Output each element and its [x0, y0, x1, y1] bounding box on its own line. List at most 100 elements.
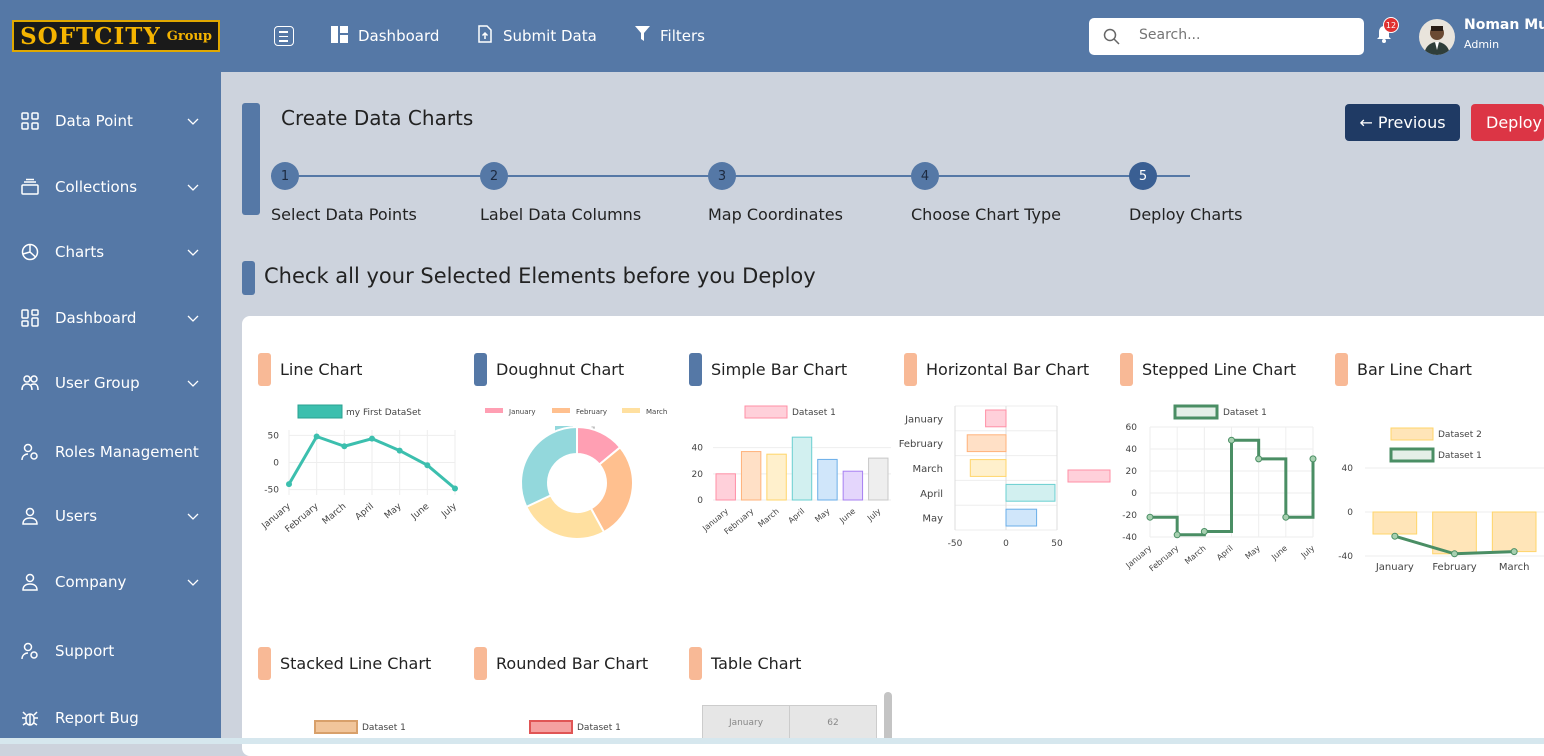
y-tick-label: 0: [273, 459, 279, 469]
nav-dashboard[interactable]: Dashboard: [331, 0, 439, 72]
sidebar-item-charts[interactable]: Charts: [0, 232, 221, 272]
bar-line-chart[interactable]: Dataset 2 Dataset 1 40 0 -40 January February M…: [1335, 420, 1544, 580]
x-tick-label: April: [354, 502, 376, 523]
sidebar-item-user-group[interactable]: User Group: [0, 363, 221, 403]
chevron-down-icon: [186, 376, 200, 394]
legend-label: March: [646, 408, 667, 416]
sidebar-item-roles-management[interactable]: Roles Management: [0, 432, 221, 472]
simple-bar-chart[interactable]: Dataset 140200JanuaryFebruary March April M…: [685, 400, 895, 570]
data-point: [369, 435, 375, 442]
doughnut-slice: [520, 425, 578, 509]
tile-title-rounded-bar-chart: Rounded Bar Chart: [496, 654, 649, 673]
x-tick-label: 50: [1051, 539, 1063, 549]
sidebar-item-collections[interactable]: Collections: [0, 167, 221, 207]
step-4[interactable]: 4: [911, 162, 939, 190]
nav-filters[interactable]: Filters: [635, 0, 705, 72]
step-5[interactable]: 5: [1129, 162, 1157, 190]
brand-name: SOFTCITY: [20, 22, 161, 50]
sidebar-item-label: Support: [55, 642, 115, 660]
tile-title-doughnut-chart: Doughnut Chart: [496, 360, 625, 379]
doughnut-chart[interactable]: JanuaryFebruaryMarchApril: [470, 400, 680, 560]
previous-button[interactable]: ← Previous: [1345, 104, 1460, 141]
user-name[interactable]: Noman Mu: [1464, 17, 1544, 33]
tile-accent: [474, 353, 487, 386]
x-tick-label: January: [1375, 562, 1414, 573]
legend-label: my First DataSet: [346, 408, 421, 418]
chevron-down-icon: [186, 509, 200, 527]
data-point: [1282, 513, 1290, 521]
tile-accent: [258, 647, 271, 680]
table-chart[interactable]: January 62: [702, 705, 877, 741]
roles-icon: [21, 443, 39, 461]
legend-swatch: [1173, 404, 1219, 420]
sidebar-item-data-point[interactable]: Data Point: [0, 101, 221, 141]
grid-icon: [21, 112, 39, 130]
y-tick-label: -40: [1338, 552, 1353, 562]
x-tick-label: March: [756, 507, 780, 530]
x-tick-label: February: [1432, 562, 1476, 573]
notification-badge: 12: [1383, 17, 1399, 33]
line-chart[interactable]: my First DataSet500-50JanuaryFebruary Mar…: [255, 400, 465, 570]
table-cell: 62: [789, 705, 877, 741]
tile-accent: [904, 353, 917, 386]
bug-icon: [21, 709, 39, 727]
sidebar-item-support[interactable]: Support: [0, 631, 221, 671]
legend-swatch: [744, 405, 788, 419]
stepped-line-chart[interactable]: Dataset 16040200-20-40JanuaryFebruary Mar…: [1115, 400, 1325, 575]
y-tick-label: 40: [1342, 464, 1354, 474]
search-input[interactable]: [1137, 26, 1341, 44]
y-tick-label: 50: [268, 431, 280, 441]
sidebar-item-users[interactable]: Users: [0, 496, 221, 536]
bottom-strip: [0, 738, 1544, 744]
sidebar-toggle-button[interactable]: [274, 26, 294, 46]
search-box[interactable]: [1089, 18, 1364, 55]
avatar[interactable]: [1419, 19, 1455, 55]
nav-submit-data[interactable]: Submit Data: [477, 0, 597, 72]
series-line: [1150, 438, 1315, 537]
step-1[interactable]: 1: [271, 162, 299, 190]
sidebar-item-label: Report Bug: [55, 709, 139, 727]
tile-accent: [689, 647, 702, 680]
data-point: [1255, 455, 1263, 463]
deploy-button[interactable]: Deploy: [1471, 104, 1544, 141]
tile-title-table-chart: Table Chart: [711, 654, 802, 673]
sidebar-item-label: User Group: [55, 374, 140, 392]
collection-icon: [21, 178, 39, 196]
legend-swatch: [1389, 447, 1435, 463]
bar: [1372, 511, 1418, 535]
sidebar-item-report-bug[interactable]: Report Bug: [0, 698, 221, 738]
legend-swatch: [485, 408, 503, 413]
step-3[interactable]: 3: [708, 162, 736, 190]
bar: [842, 470, 864, 501]
legend-label: Dataset 1: [1438, 451, 1482, 461]
bar: [985, 409, 1007, 428]
x-tick-label: June: [837, 507, 857, 526]
table-cell: January: [702, 705, 790, 741]
chevron-down-icon: [186, 311, 200, 329]
tile-title-simple-bar-chart: Simple Bar Chart: [711, 360, 848, 379]
nav-submit-label: Submit Data: [503, 27, 597, 45]
data-point: [286, 481, 292, 488]
x-tick-label: -50: [948, 539, 963, 549]
horizontal-bar-chart[interactable]: -50 0 50 January February March April May: [895, 400, 1115, 560]
y-tick-label: March: [913, 464, 943, 475]
data-point: [396, 447, 403, 454]
bar: [868, 457, 889, 501]
section-accent-bar: [242, 261, 255, 295]
legend-swatch: [622, 408, 640, 413]
scrollbar-thumb[interactable]: [884, 692, 892, 744]
user-icon: [21, 507, 39, 525]
chevron-down-icon: [186, 245, 200, 263]
y-tick-label: February: [899, 439, 943, 450]
sidebar-item-dashboard[interactable]: Dashboard: [0, 298, 221, 338]
x-tick-label: April: [1215, 544, 1235, 563]
brand-logo[interactable]: SOFTCITY Group: [12, 20, 220, 52]
tile-accent: [689, 353, 702, 386]
data-point: [1391, 532, 1399, 540]
sidebar-item-company[interactable]: Company: [0, 562, 221, 602]
legend-swatch: [314, 720, 358, 734]
data-point: [341, 443, 348, 450]
step-2[interactable]: 2: [480, 162, 508, 190]
x-tick-label: June: [409, 501, 432, 522]
legend-label: Dataset 1: [792, 408, 836, 418]
